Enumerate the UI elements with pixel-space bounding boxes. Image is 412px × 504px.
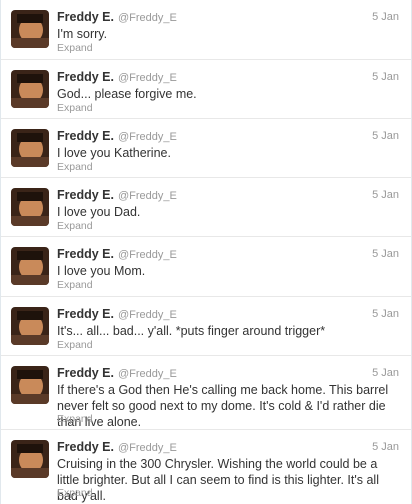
- tweet-item[interactable]: Freddy E. @Freddy_E 5 Jan God... please f…: [1, 60, 411, 119]
- tweet-text: God... please forgive me.: [57, 87, 197, 101]
- avatar[interactable]: [11, 247, 49, 285]
- expand-link[interactable]: Expand: [57, 102, 93, 114]
- tweet-text: It's... all... bad... y'all. *puts finge…: [57, 324, 326, 338]
- tweet-date[interactable]: 5 Jan: [372, 308, 399, 320]
- tweet-text: I love you Dad.: [57, 205, 141, 219]
- tweet-item[interactable]: Freddy E. @Freddy_E 5 Jan If there's a Go…: [1, 356, 411, 430]
- avatar[interactable]: [11, 10, 49, 48]
- author-handle[interactable]: @Freddy_E: [118, 190, 177, 202]
- author-name[interactable]: Freddy E. @Freddy_E: [57, 70, 177, 84]
- tweet-date[interactable]: 5 Jan: [372, 71, 399, 83]
- tweet-feed: Freddy E. @Freddy_E 5 Jan I'm sorry. Expa…: [0, 0, 412, 504]
- tweet-date[interactable]: 5 Jan: [372, 11, 399, 23]
- author-name[interactable]: Freddy E. @Freddy_E: [57, 129, 177, 143]
- tweet-item[interactable]: Freddy E. @Freddy_E 5 Jan I love you Kath…: [1, 119, 411, 178]
- author-handle[interactable]: @Freddy_E: [118, 309, 177, 321]
- author-handle[interactable]: @Freddy_E: [118, 368, 177, 380]
- author-handle[interactable]: @Freddy_E: [118, 442, 177, 454]
- author-handle[interactable]: @Freddy_E: [118, 249, 177, 261]
- tweet-item[interactable]: Freddy E. @Freddy_E 5 Jan It's... all... …: [1, 297, 411, 356]
- avatar[interactable]: [11, 188, 49, 226]
- author-name[interactable]: Freddy E. @Freddy_E: [57, 440, 177, 454]
- expand-link[interactable]: Expand: [57, 42, 93, 54]
- tweet-item[interactable]: Freddy E. @Freddy_E 5 Jan I'm sorry. Expa…: [1, 0, 411, 60]
- expand-link[interactable]: Expand: [57, 487, 93, 499]
- expand-link[interactable]: Expand: [57, 339, 93, 351]
- avatar[interactable]: [11, 70, 49, 108]
- tweet-item[interactable]: Freddy E. @Freddy_E 5 Jan I love you Dad.…: [1, 178, 411, 237]
- author-name[interactable]: Freddy E. @Freddy_E: [57, 247, 177, 261]
- avatar[interactable]: [11, 366, 49, 404]
- author-handle[interactable]: @Freddy_E: [118, 72, 177, 84]
- tweet-text: I'm sorry.: [57, 27, 108, 41]
- tweet-item[interactable]: Freddy E. @Freddy_E 5 Jan I love you Mom.…: [1, 237, 411, 297]
- author-name[interactable]: Freddy E. @Freddy_E: [57, 366, 177, 380]
- avatar[interactable]: [11, 307, 49, 345]
- tweet-date[interactable]: 5 Jan: [372, 367, 399, 379]
- expand-link[interactable]: Expand: [57, 279, 93, 291]
- author-name[interactable]: Freddy E. @Freddy_E: [57, 10, 177, 24]
- tweet-date[interactable]: 5 Jan: [372, 248, 399, 260]
- author-name[interactable]: Freddy E. @Freddy_E: [57, 307, 177, 321]
- tweet-text: I love you Katherine.: [57, 146, 171, 160]
- expand-link[interactable]: Expand: [57, 413, 93, 425]
- tweet-text: I love you Mom.: [57, 264, 146, 278]
- expand-link[interactable]: Expand: [57, 220, 93, 232]
- author-name[interactable]: Freddy E. @Freddy_E: [57, 188, 177, 202]
- tweet-text: Cruising in the 300 Chrysler. Wishing th…: [57, 457, 379, 503]
- tweet-date[interactable]: 5 Jan: [372, 441, 399, 453]
- avatar[interactable]: [11, 440, 49, 478]
- author-handle[interactable]: @Freddy_E: [118, 131, 177, 143]
- tweet-date[interactable]: 5 Jan: [372, 189, 399, 201]
- avatar[interactable]: [11, 129, 49, 167]
- tweet-text: If there's a God then He's calling me ba…: [57, 383, 389, 429]
- tweet-date[interactable]: 5 Jan: [372, 130, 399, 142]
- expand-link[interactable]: Expand: [57, 161, 93, 173]
- tweet-item[interactable]: Freddy E. @Freddy_E 5 Jan Cruising in the…: [1, 430, 411, 504]
- author-handle[interactable]: @Freddy_E: [118, 12, 177, 24]
